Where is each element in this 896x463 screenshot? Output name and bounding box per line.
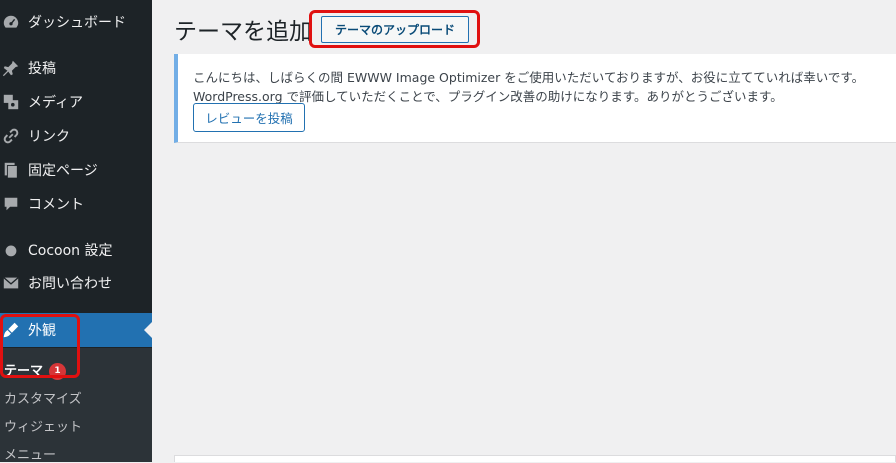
sidebar-item-label: リンク xyxy=(28,129,70,145)
highlight-box-appearance xyxy=(0,314,80,378)
sidebar-item-label: お問い合わせ xyxy=(28,276,112,292)
themes-panel xyxy=(174,455,896,462)
submenu-item-widgets[interactable]: ウィジェット xyxy=(4,416,82,435)
page-title: テーマを追加 xyxy=(174,19,312,45)
circle-icon xyxy=(1,240,21,260)
admin-sidebar: ダッシュボード 投稿 メディア リンク 固定ページ コメント Cocoon 設定… xyxy=(0,0,152,463)
sidebar-item-label: ダッシュボード xyxy=(28,15,126,31)
sidebar-item-label: コメント xyxy=(28,197,84,213)
sidebar-item-label: メディア xyxy=(28,95,84,111)
sidebar-item-label: 固定ページ xyxy=(28,163,98,179)
plugin-notice: こんにちは、しばらくの間 EWWW Image Optimizer をご使用いた… xyxy=(174,54,896,143)
submenu-item-customize[interactable]: カスタマイズ xyxy=(4,388,82,407)
sidebar-item-media[interactable]: メディア xyxy=(0,85,152,119)
sidebar-item-dashboard[interactable]: ダッシュボード xyxy=(0,5,152,39)
notice-line-1: こんにちは、しばらくの間 EWWW Image Optimizer をご使用いた… xyxy=(193,70,865,85)
highlight-box-upload xyxy=(309,10,480,48)
mail-icon xyxy=(1,273,21,293)
pin-icon xyxy=(1,58,21,78)
media-icon xyxy=(1,92,21,112)
dashboard-icon xyxy=(1,12,21,32)
page-icon xyxy=(1,160,21,180)
sidebar-item-label: Cocoon 設定 xyxy=(28,243,113,259)
write-review-button[interactable]: レビューを投稿 xyxy=(193,103,305,132)
comment-icon xyxy=(1,194,21,214)
sidebar-item-cocoon-settings[interactable]: Cocoon 設定 xyxy=(0,233,152,267)
submenu-item-menus[interactable]: メニュー xyxy=(4,444,56,463)
sidebar-item-comments[interactable]: コメント xyxy=(0,187,152,221)
sidebar-item-contact[interactable]: お問い合わせ xyxy=(0,266,152,300)
sidebar-item-label: 投稿 xyxy=(28,61,56,77)
link-icon xyxy=(1,126,21,146)
current-menu-arrow xyxy=(144,322,152,338)
sidebar-item-links[interactable]: リンク xyxy=(0,119,152,153)
sidebar-item-posts[interactable]: 投稿 xyxy=(0,51,152,85)
sidebar-item-pages[interactable]: 固定ページ xyxy=(0,153,152,187)
